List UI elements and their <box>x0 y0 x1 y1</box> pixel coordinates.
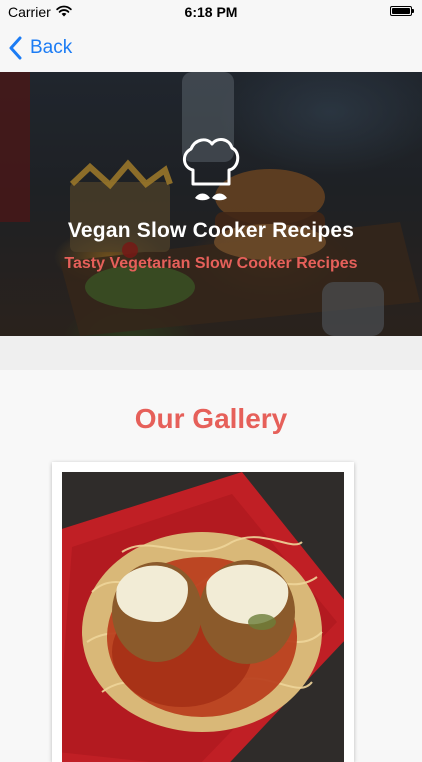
status-bar: Carrier 6:18 PM <box>0 0 422 24</box>
hero-subtitle: Tasty Vegetarian Slow Cooker Recipes <box>64 255 358 272</box>
hero-banner: Vegan Slow Cooker Recipes Tasty Vegetari… <box>0 72 422 336</box>
back-label: Back <box>30 37 73 58</box>
gallery-photo <box>62 472 344 762</box>
gallery-photo-card[interactable] <box>52 462 354 762</box>
clock: 6:18 PM <box>184 4 238 20</box>
chef-hat-icon <box>183 138 240 201</box>
gallery-section: Our Gallery <box>0 370 422 762</box>
section-divider <box>0 336 422 370</box>
back-button[interactable]: Back <box>8 34 72 62</box>
navigation-bar: Back <box>0 24 422 72</box>
battery-icon <box>390 6 414 16</box>
gallery-heading: Our Gallery <box>134 403 288 434</box>
hero-title: Vegan Slow Cooker Recipes <box>67 219 355 242</box>
chevron-left-icon <box>9 36 22 60</box>
